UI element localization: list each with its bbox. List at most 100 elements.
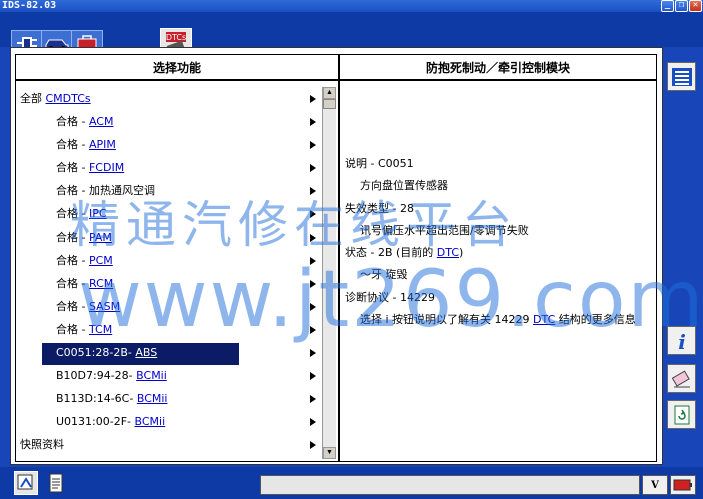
function-row-prefix: 全部: [20, 92, 46, 105]
function-row-prefix: 合格 -: [56, 207, 89, 221]
function-row[interactable]: 合格 - SASM: [16, 295, 320, 318]
function-pane: 选择功能 全部 CMDTCs 合格 - ACM 合格 - APIM 合格 - FCDI…: [15, 54, 339, 462]
function-row[interactable]: C0051:28-2B- ABS: [16, 341, 320, 366]
status-bar: V: [0, 467, 703, 499]
vbatt-label: V: [651, 479, 659, 491]
expand-arrow-icon[interactable]: [310, 118, 316, 127]
expand-arrow-icon[interactable]: [310, 233, 316, 242]
protocol-suffix: 结构的更多信息: [555, 313, 636, 327]
module-code-link[interactable]: PAM: [89, 231, 112, 244]
function-row-label: 合格 - SASM: [56, 300, 120, 313]
module-code-link[interactable]: ABS: [135, 346, 157, 359]
expand-arrow-icon[interactable]: [310, 349, 316, 358]
function-row[interactable]: U0131:00-2F- BCMii: [16, 410, 320, 433]
scroll-thumb[interactable]: [323, 99, 336, 109]
function-row-label: C0051:28-2B- ABS: [56, 346, 157, 359]
module-code-link[interactable]: IPC: [89, 207, 107, 220]
session-button[interactable]: [14, 471, 38, 495]
function-row-prefix: 合格 -: [56, 115, 89, 129]
function-row-label: 合格 - PCM: [56, 254, 113, 267]
function-row-prefix: 合格 -: [56, 253, 89, 267]
status-dtc-link[interactable]: DTC: [437, 246, 459, 259]
list-view-button[interactable]: [667, 62, 696, 91]
function-row[interactable]: 合格 - RCM: [16, 272, 320, 295]
protocol-prefix: 选择 i 按钮说明以了解有关 14229: [360, 313, 534, 327]
function-row-prefix: 合格 -: [56, 161, 89, 175]
expand-arrow-icon[interactable]: [310, 418, 316, 427]
function-row[interactable]: 合格 - TCM: [16, 318, 320, 341]
expand-arrow-icon[interactable]: [310, 279, 316, 288]
expand-arrow-icon[interactable]: [310, 372, 316, 381]
failure-type-label: 失效类型 - 28: [345, 201, 414, 215]
function-row[interactable]: 合格 - ACM: [16, 110, 320, 133]
module-code-link[interactable]: RCM: [89, 277, 113, 290]
expand-arrow-icon[interactable]: [310, 441, 316, 450]
function-row[interactable]: 合格 - FCDIM: [16, 156, 320, 179]
module-code-link[interactable]: BCMii: [136, 369, 167, 382]
protocol-dtc-link[interactable]: DTC: [533, 313, 555, 326]
status-prefix: 状态 - 2B (目前的: [345, 246, 437, 260]
function-row[interactable]: 合格 - IPC: [16, 202, 320, 225]
function-row-label: 合格 - RCM: [56, 277, 113, 290]
scroll-down-icon[interactable]: ▼: [323, 447, 336, 459]
module-detail-pane: 防抱死制动／牵引控制模块 说明 - C0051 方向盘位置传感器 失效类型 - …: [339, 54, 657, 462]
title-bar: IDS-82.03 _ ❐ ✕: [0, 0, 703, 12]
module-code-link[interactable]: APIM: [89, 138, 116, 151]
expand-arrow-icon[interactable]: [310, 95, 316, 103]
document-icon: [49, 473, 63, 493]
function-row-prefix: U0131:00-2F-: [56, 415, 135, 429]
module-code-link[interactable]: BCMii: [135, 415, 166, 428]
module-code-link[interactable]: PCM: [89, 254, 113, 267]
expand-arrow-icon[interactable]: [310, 210, 316, 219]
function-row[interactable]: 合格 - APIM: [16, 133, 320, 156]
close-button[interactable]: ✕: [689, 0, 702, 12]
module-code-link[interactable]: FCDIM: [89, 161, 124, 174]
refresh-button[interactable]: [667, 400, 696, 429]
clear-dtc-button[interactable]: [667, 364, 696, 393]
function-row[interactable]: 全部 CMDTCs: [16, 87, 320, 110]
function-row-label: 合格 - PAM: [56, 231, 112, 244]
function-row[interactable]: 合格 - PCM: [16, 249, 320, 272]
function-pane-title: 选择功能: [16, 55, 338, 81]
function-row-label: 快照资料: [20, 438, 64, 451]
expand-arrow-icon[interactable]: [310, 187, 316, 196]
function-row-prefix: 合格 -: [56, 322, 89, 336]
expand-arrow-icon[interactable]: [310, 325, 316, 334]
module-code-link[interactable]: ACM: [89, 115, 114, 128]
info-button[interactable]: i: [667, 326, 696, 355]
function-row[interactable]: 合格 - 加热通风空调: [16, 179, 320, 202]
function-scrollbar[interactable]: ▲ ▼: [322, 87, 336, 459]
vbatt-button[interactable]: V: [642, 475, 668, 495]
status-suffix: ): [459, 246, 464, 260]
expand-arrow-icon[interactable]: [310, 164, 316, 173]
function-row-label: 合格 - TCM: [56, 323, 112, 336]
function-row[interactable]: 快照资料: [16, 433, 320, 456]
battery-button[interactable]: [670, 475, 696, 495]
restore-button[interactable]: ❐: [675, 0, 688, 12]
svg-text:i: i: [678, 330, 686, 352]
module-detail-title: 防抱死制动／牵引控制模块: [340, 55, 656, 81]
app-window: IDS-82.03 _ ❐ ✕ DTCs 选择功能 全部 CMDTCs 合格 - …: [0, 0, 703, 499]
expand-arrow-icon[interactable]: [310, 302, 316, 311]
module-code-link[interactable]: SASM: [89, 300, 120, 313]
description-label: 说明 - C0051: [345, 157, 414, 170]
module-code-link[interactable]: TCM: [89, 323, 112, 336]
function-row-prefix: 合格 -: [56, 138, 89, 152]
function-row[interactable]: B10D7:94-28- BCMii: [16, 364, 320, 387]
expand-arrow-icon[interactable]: [310, 256, 316, 265]
function-row[interactable]: B113D:14-6C- BCMii: [16, 387, 320, 410]
minimize-button[interactable]: _: [661, 0, 674, 12]
scroll-up-icon[interactable]: ▲: [323, 87, 336, 99]
notes-button[interactable]: [44, 471, 68, 495]
refresh-doc-icon: [674, 405, 689, 424]
function-row-prefix: C0051:28-2B-: [56, 346, 136, 360]
function-row-label: 合格 - IPC: [56, 207, 107, 220]
module-code-link[interactable]: BCMii: [137, 392, 168, 405]
expand-arrow-icon[interactable]: [310, 141, 316, 150]
function-row-label: 合格 - ACM: [56, 115, 113, 128]
module-code-link[interactable]: CMDTCs: [46, 92, 91, 105]
function-row-label: 合格 - APIM: [56, 138, 116, 151]
expand-arrow-icon[interactable]: [310, 395, 316, 404]
description-value: 方向盘位置传感器: [360, 179, 448, 193]
function-row[interactable]: 合格 - PAM: [16, 226, 320, 249]
